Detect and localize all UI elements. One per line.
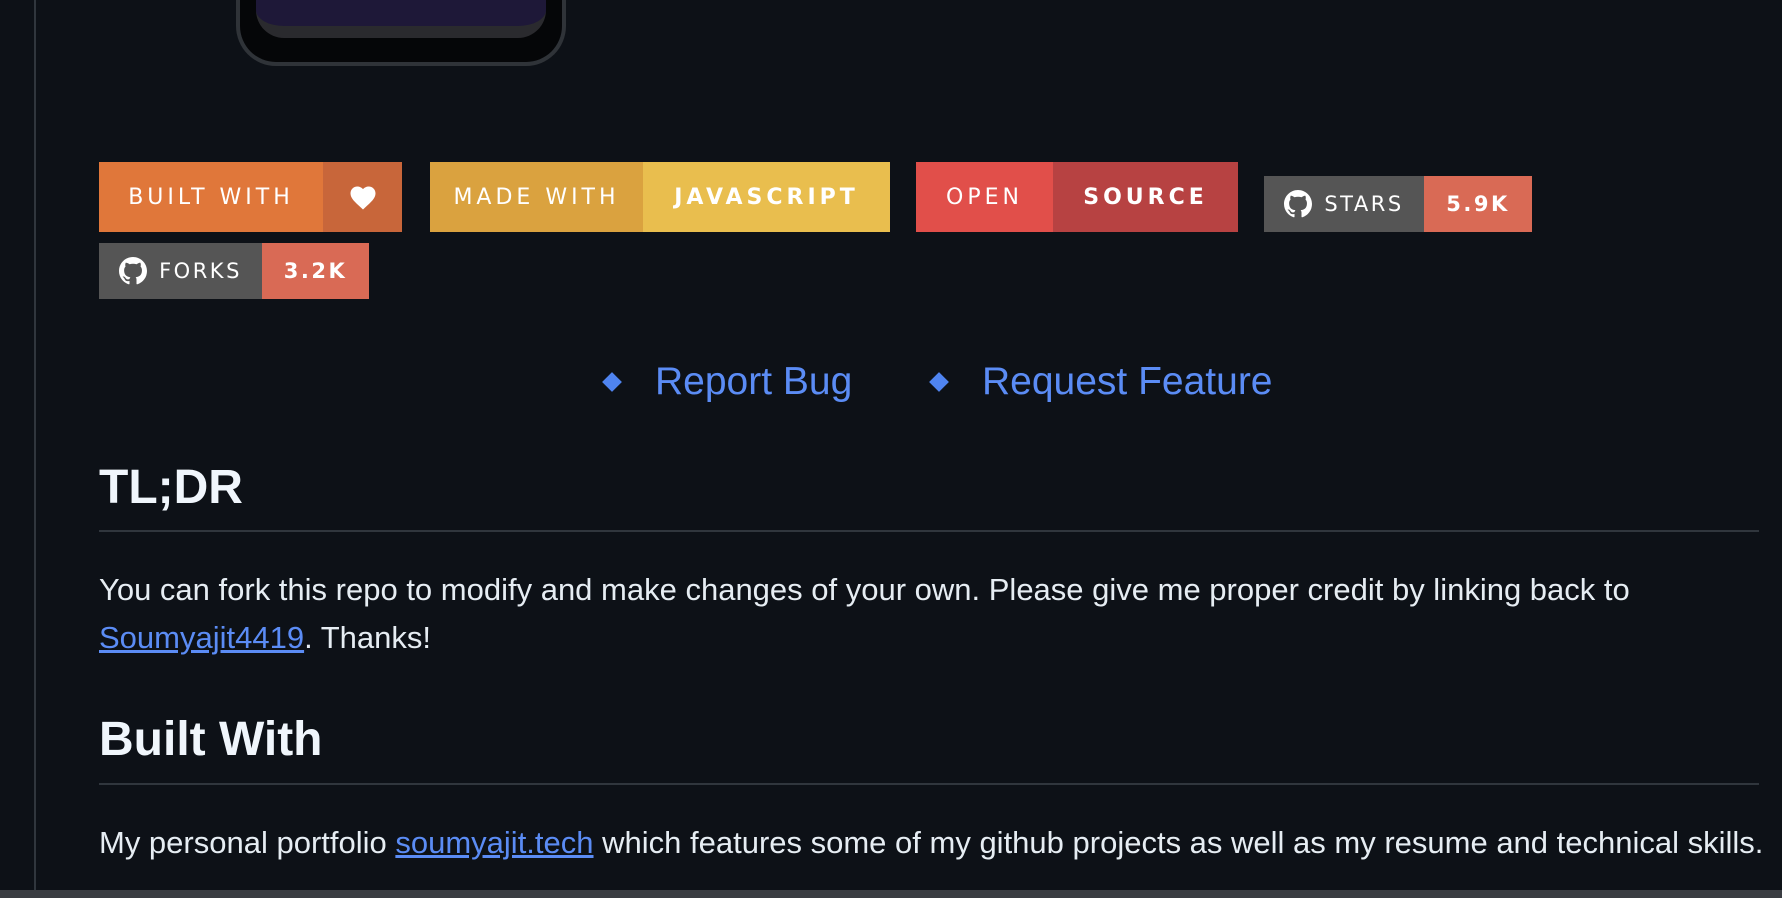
phone-screen xyxy=(256,0,546,38)
badge-left: STARS xyxy=(1264,176,1424,232)
open-source-badge[interactable]: OPEN SOURCE xyxy=(916,162,1238,232)
stars-count: 5.9K xyxy=(1446,192,1510,216)
badge-left: BUILT WITH xyxy=(99,162,323,232)
heading-divider xyxy=(99,783,1759,785)
request-feature-label: Request Feature xyxy=(982,360,1273,403)
badge-left: FORKS xyxy=(99,243,262,299)
badge-right xyxy=(323,162,402,232)
tldr-heading: TL;DR xyxy=(99,461,243,514)
badge-label: STARS xyxy=(1324,192,1404,216)
built-with-text: My personal portfolio xyxy=(99,825,396,860)
left-divider xyxy=(34,0,36,890)
badge-right: 5.9K xyxy=(1424,176,1532,232)
action-links: Report Bug Request Feature xyxy=(0,360,1782,410)
report-bug-link[interactable]: Report Bug xyxy=(602,360,853,404)
tldr-text-end: . Thanks! xyxy=(304,620,432,655)
badge-right: JAVASCRIPT xyxy=(643,162,890,232)
built-with-heading: Built With xyxy=(99,713,323,766)
badge-right: SOURCE xyxy=(1053,162,1238,232)
forks-count: 3.2K xyxy=(283,259,348,283)
report-bug-label: Report Bug xyxy=(655,360,853,403)
horizontal-scrollbar[interactable] xyxy=(0,890,1782,898)
built-with-paragraph: My personal portfolio soumyajit.tech whi… xyxy=(99,819,1769,867)
badge-value: SOURCE xyxy=(1083,184,1208,210)
built-with-love-badge[interactable]: BUILT WITH xyxy=(99,162,402,232)
heading-divider xyxy=(99,530,1759,532)
badge-right: 3.2K xyxy=(262,243,369,299)
portfolio-link[interactable]: soumyajit.tech xyxy=(395,825,593,860)
diamond-bullet-icon xyxy=(602,372,622,392)
readme-page: BUILT WITH MADE WITH JAVASCRIPT OPEN SOU… xyxy=(0,0,1782,898)
badge-left: MADE WITH xyxy=(430,162,643,232)
badge-value: JAVASCRIPT xyxy=(674,184,859,210)
made-with-javascript-badge[interactable]: MADE WITH JAVASCRIPT xyxy=(430,162,890,232)
github-stars-badge[interactable]: STARS 5.9K xyxy=(1264,176,1532,232)
badge-label: BUILT WITH xyxy=(128,184,294,210)
diamond-bullet-icon xyxy=(929,372,949,392)
tldr-text: You can fork this repo to modify and mak… xyxy=(99,572,1630,607)
badge-label: MADE WITH xyxy=(453,184,620,210)
built-with-text-end: which features some of my github project… xyxy=(593,825,1764,860)
request-feature-link[interactable]: Request Feature xyxy=(929,360,1273,404)
tldr-paragraph: You can fork this repo to modify and mak… xyxy=(99,566,1769,662)
github-icon xyxy=(1284,190,1313,218)
badge-label: OPEN xyxy=(946,184,1023,210)
github-forks-badge[interactable]: FORKS 3.2K xyxy=(99,243,369,299)
heart-icon xyxy=(350,186,375,210)
soumyajit4419-link[interactable]: Soumyajit4419 xyxy=(99,620,304,655)
phone-mockup-image xyxy=(236,0,566,66)
github-icon xyxy=(119,257,148,285)
badge-left: OPEN xyxy=(916,162,1053,232)
badge-label: FORKS xyxy=(159,259,242,283)
